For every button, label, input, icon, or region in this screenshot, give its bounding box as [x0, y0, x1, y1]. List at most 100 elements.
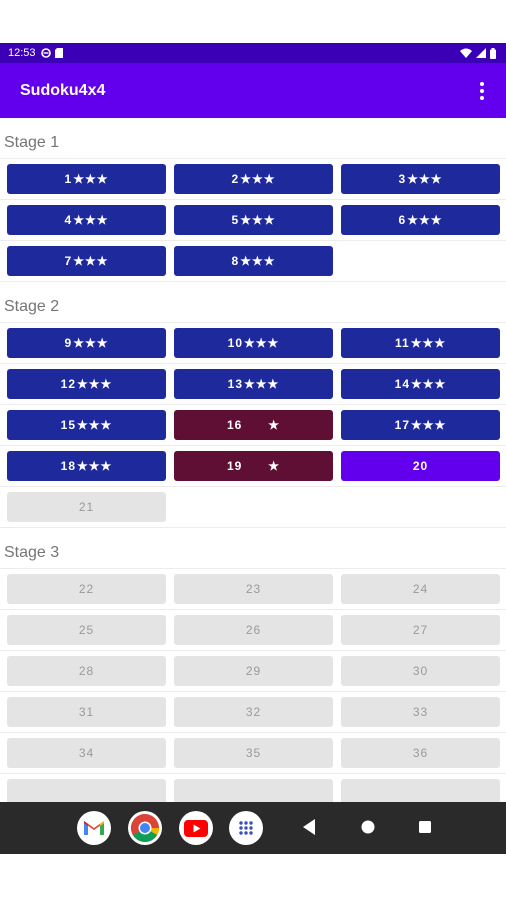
- level-number: 14: [394, 377, 411, 391]
- level-number: 18: [60, 459, 77, 473]
- youtube-icon[interactable]: [179, 811, 213, 845]
- level-stars: ★: [268, 459, 281, 473]
- level-button[interactable]: 7 ★★★: [7, 246, 166, 276]
- level-button: 23: [174, 574, 333, 604]
- level-number: 22: [78, 582, 95, 596]
- level-number: 31: [78, 705, 95, 719]
- navigation-bar: [0, 802, 506, 854]
- level-button[interactable]: 5 ★★★: [174, 205, 333, 235]
- level-button[interactable]: 3 ★★★: [341, 164, 500, 194]
- level-stars: ★★★: [73, 213, 109, 227]
- level-stars: ★★★: [240, 172, 276, 186]
- level-stars: ★★★: [77, 418, 113, 432]
- level-button[interactable]: 2 ★★★: [174, 164, 333, 194]
- level-button[interactable]: 9 ★★★: [7, 328, 166, 358]
- level-button[interactable]: 15 ★★★: [7, 410, 166, 440]
- level-stars: ★★★: [73, 254, 109, 268]
- level-number: 24: [412, 582, 429, 596]
- status-time: 12:53: [8, 47, 36, 59]
- level-button: 35: [174, 738, 333, 768]
- signal-icon: [476, 48, 486, 58]
- level-row: 15 ★★★ 16 ★ 17 ★★★: [0, 405, 506, 445]
- level-number: 17: [394, 418, 411, 432]
- level-number: 1: [64, 172, 73, 186]
- level-number: 3: [398, 172, 407, 186]
- level-stars: ★★★: [73, 172, 109, 186]
- level-button: [174, 779, 333, 802]
- level-button: 27: [341, 615, 500, 645]
- level-button: 32: [174, 697, 333, 727]
- level-row: 7 ★★★ 8 ★★★: [0, 241, 506, 281]
- level-button: 22: [7, 574, 166, 604]
- level-button[interactable]: 16 ★: [174, 410, 333, 440]
- level-number: 13: [227, 377, 244, 391]
- level-number: 25: [78, 623, 95, 637]
- level-number: 8: [231, 254, 240, 268]
- level-row: 31 32 33: [0, 692, 506, 732]
- level-button[interactable]: 10 ★★★: [174, 328, 333, 358]
- stage-title: Stage 3: [4, 544, 60, 561]
- level-number: 20: [412, 459, 429, 473]
- level-button[interactable]: 14 ★★★: [341, 369, 500, 399]
- data-saver-icon: [40, 48, 51, 58]
- level-button[interactable]: 6 ★★★: [341, 205, 500, 235]
- level-button: 31: [7, 697, 166, 727]
- level-row: 4 ★★★ 5 ★★★ 6 ★★★: [0, 200, 506, 240]
- level-number: 26: [245, 623, 262, 637]
- level-button: [7, 779, 166, 802]
- level-row: 21: [0, 487, 506, 527]
- level-button: 36: [341, 738, 500, 768]
- home-icon[interactable]: [360, 818, 376, 836]
- level-stars: ★★★: [411, 377, 447, 391]
- level-stars: ★★★: [407, 213, 443, 227]
- wifi-icon: [460, 48, 472, 58]
- level-stars: ★★★: [240, 213, 276, 227]
- gmail-icon[interactable]: [77, 811, 111, 845]
- level-number: 27: [412, 623, 429, 637]
- level-number: 4: [64, 213, 73, 227]
- level-row: 28 29 30: [0, 651, 506, 691]
- level-stars: ★★★: [410, 336, 446, 350]
- level-button[interactable]: 20: [341, 451, 500, 481]
- level-button[interactable]: 11 ★★★: [341, 328, 500, 358]
- level-row: 25 26 27: [0, 610, 506, 650]
- level-number: 2: [231, 172, 240, 186]
- app-drawer-icon[interactable]: [229, 811, 263, 845]
- level-button[interactable]: 12 ★★★: [7, 369, 166, 399]
- level-button: 33: [341, 697, 500, 727]
- level-button[interactable]: 13 ★★★: [174, 369, 333, 399]
- level-number: 36: [412, 746, 429, 760]
- level-button: 21: [7, 492, 166, 522]
- level-button[interactable]: 19 ★: [174, 451, 333, 481]
- level-stars: ★★★: [240, 254, 276, 268]
- level-button[interactable]: 4 ★★★: [7, 205, 166, 235]
- chrome-icon[interactable]: [128, 811, 162, 845]
- level-stars: ★★★: [73, 336, 109, 350]
- level-list[interactable]: Stage 1 1 ★★★ 2 ★★★ 3 ★★★ 4 ★★★ 5 ★★★ 6 ★★★ 7 ★★★ 8 ★★★ S…: [0, 118, 506, 802]
- level-row: 18 ★★★ 19 ★ 20: [0, 446, 506, 486]
- level-button: 29: [174, 656, 333, 686]
- level-button[interactable]: 17 ★★★: [341, 410, 500, 440]
- stage-title: Stage 1: [4, 134, 60, 151]
- level-number: 7: [64, 254, 73, 268]
- recents-icon[interactable]: [418, 818, 432, 836]
- level-number: 11: [395, 336, 410, 350]
- back-icon[interactable]: [302, 818, 316, 836]
- level-button: 30: [341, 656, 500, 686]
- level-number: 21: [78, 500, 95, 514]
- level-button: 25: [7, 615, 166, 645]
- level-button[interactable]: 8 ★★★: [174, 246, 333, 276]
- level-row: 9 ★★★ 10 ★★★ 11 ★★★: [0, 323, 506, 363]
- stage-title: Stage 2: [4, 298, 60, 315]
- level-button[interactable]: 18 ★★★: [7, 451, 166, 481]
- level-stars: ★★★: [244, 336, 280, 350]
- level-number: 28: [78, 664, 95, 678]
- level-button: [341, 779, 500, 802]
- level-button[interactable]: 1 ★★★: [7, 164, 166, 194]
- app-title: Sudoku4x4: [20, 81, 106, 99]
- level-number: 33: [412, 705, 429, 719]
- level-number: 34: [78, 746, 95, 760]
- overflow-menu-icon[interactable]: [476, 79, 488, 103]
- level-number: 32: [245, 705, 262, 719]
- level-row: [0, 774, 506, 802]
